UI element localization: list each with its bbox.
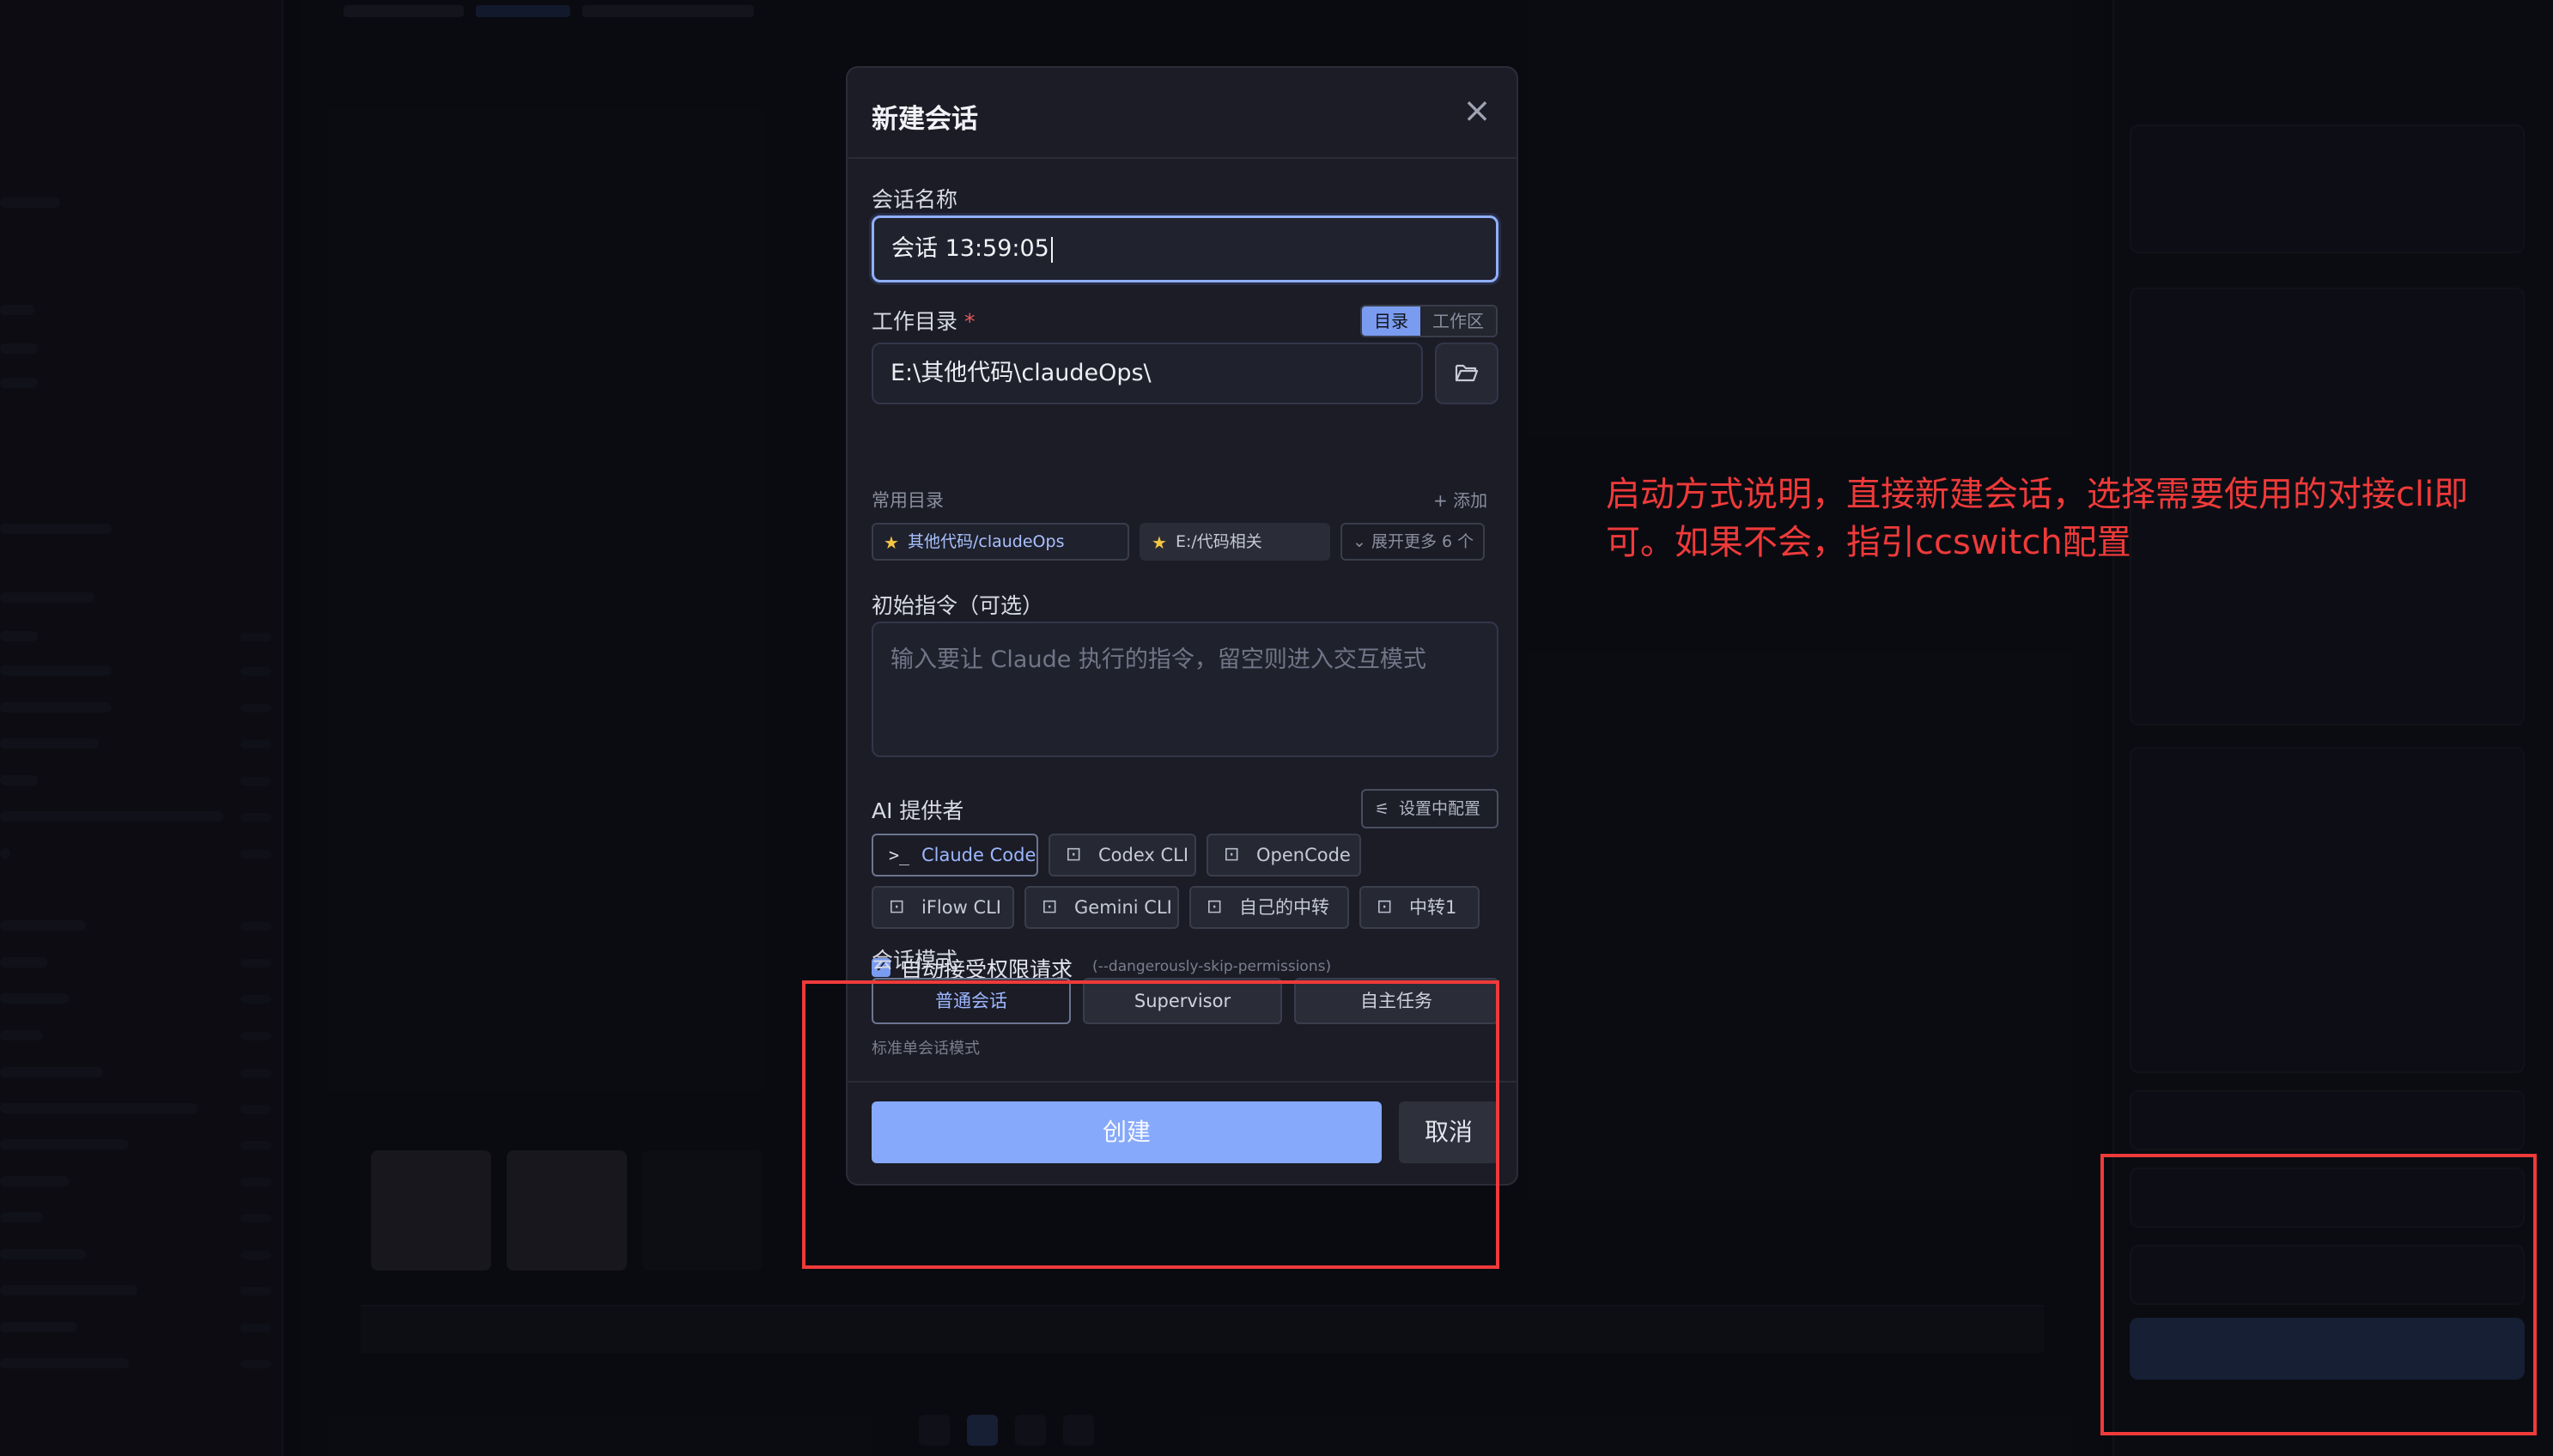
close-button[interactable]: × <box>1458 94 1496 131</box>
provider-label: iFlow CLI <box>921 897 1002 918</box>
star-icon: ★ <box>884 532 899 553</box>
provider-codex-cli[interactable]: ⊡ Codex CLI <box>1049 834 1196 877</box>
dialog-title: 新建会话 <box>872 104 978 135</box>
provider-own-relay[interactable]: ⊡ 自己的中转 <box>1189 886 1349 929</box>
provider-label: OpenCode <box>1256 845 1351 865</box>
star-icon: ★ <box>1152 532 1167 553</box>
chevron-down-icon: ⌄ <box>1352 532 1371 551</box>
browse-folder-button[interactable] <box>1435 343 1498 404</box>
expand-more-button[interactable]: ⌄ 展开更多 6 个 <box>1340 523 1485 561</box>
common-dir-chip[interactable]: ★ E:/代码相关 <box>1140 523 1330 561</box>
provider-claude-code[interactable]: >_ Claude Code <box>872 834 1038 877</box>
auto-accept-hint: (--dangerously-skip-permissions) <box>1092 958 1332 975</box>
dialog-header: 新建会话 × <box>848 68 1517 159</box>
required-mark: * <box>963 309 976 334</box>
provider-iflow-cli[interactable]: ⊡ iFlow CLI <box>872 886 1014 929</box>
workdir-mode-toggle: 目录 工作区 <box>1360 305 1498 337</box>
session-mode-label: 会话模式 <box>872 948 958 973</box>
session-name-input[interactable]: 会话 13:59:05 <box>872 215 1498 282</box>
provider-label: Codex CLI <box>1098 845 1189 865</box>
annotation-box-right-panel <box>2100 1154 2537 1435</box>
provider-label: Claude Code <box>921 845 1036 865</box>
open-settings-label: 设置中配置 <box>1399 799 1481 818</box>
add-common-dir-link[interactable]: + 添加 <box>1433 487 1487 512</box>
close-icon: × <box>1462 91 1492 130</box>
chip-icon: ⊡ <box>1224 844 1240 865</box>
initial-command-label: 初始指令（可选） <box>872 593 1044 618</box>
common-dirs-label: 常用目录 <box>872 490 944 511</box>
provider-label: Gemini CLI <box>1074 897 1172 918</box>
toggle-directory[interactable]: 目录 <box>1362 306 1420 336</box>
provider-opencode[interactable]: ⊡ OpenCode <box>1207 834 1361 877</box>
chip-icon: ⊡ <box>1377 896 1393 918</box>
terminal-icon: >_ <box>889 845 910 865</box>
chip-icon: ⊡ <box>889 896 905 918</box>
open-settings-button[interactable]: ⚟ 设置中配置 <box>1361 789 1498 828</box>
common-dir-chip[interactable]: ★ 其他代码/claudeOps <box>872 523 1129 561</box>
annotation-box-session-mode <box>802 980 1499 1269</box>
chip-label: E:/代码相关 <box>1176 532 1262 551</box>
chip-icon: ⊡ <box>1207 896 1223 918</box>
text-caret <box>1050 236 1053 263</box>
workdir-label-text: 工作目录 <box>872 309 958 334</box>
expand-more-label: 展开更多 6 个 <box>1371 532 1474 551</box>
folder-open-icon <box>1455 364 1479 382</box>
chip-icon: ⊡ <box>1066 844 1082 865</box>
session-name-label: 会话名称 <box>872 187 958 212</box>
chip-label: 其他代码/claudeOps <box>908 532 1065 551</box>
provider-relay-1[interactable]: ⊡ 中转1 <box>1359 886 1480 929</box>
provider-label: 中转1 <box>1409 897 1457 918</box>
workdir-label: 工作目录 * <box>872 305 975 336</box>
workdir-input[interactable]: E:\其他代码\claudeOps\ <box>872 343 1423 404</box>
ai-provider-label: AI 提供者 <box>872 798 964 823</box>
chip-icon: ⊡ <box>1042 896 1058 918</box>
annotation-text: 启动方式说明，直接新建会话，选择需要使用的对接cli即可。如果不会，指引ccsw… <box>1606 475 2469 562</box>
initial-command-textarea[interactable]: 输入要让 Claude 执行的指令，留空则进入交互模式 <box>872 622 1498 757</box>
sliders-icon: ⚟ <box>1375 800 1390 819</box>
provider-label: 自己的中转 <box>1239 897 1329 918</box>
provider-gemini-cli[interactable]: ⊡ Gemini CLI <box>1024 886 1179 929</box>
toggle-workspace[interactable]: 工作区 <box>1420 306 1496 336</box>
session-name-value: 会话 13:59:05 <box>891 235 1049 262</box>
